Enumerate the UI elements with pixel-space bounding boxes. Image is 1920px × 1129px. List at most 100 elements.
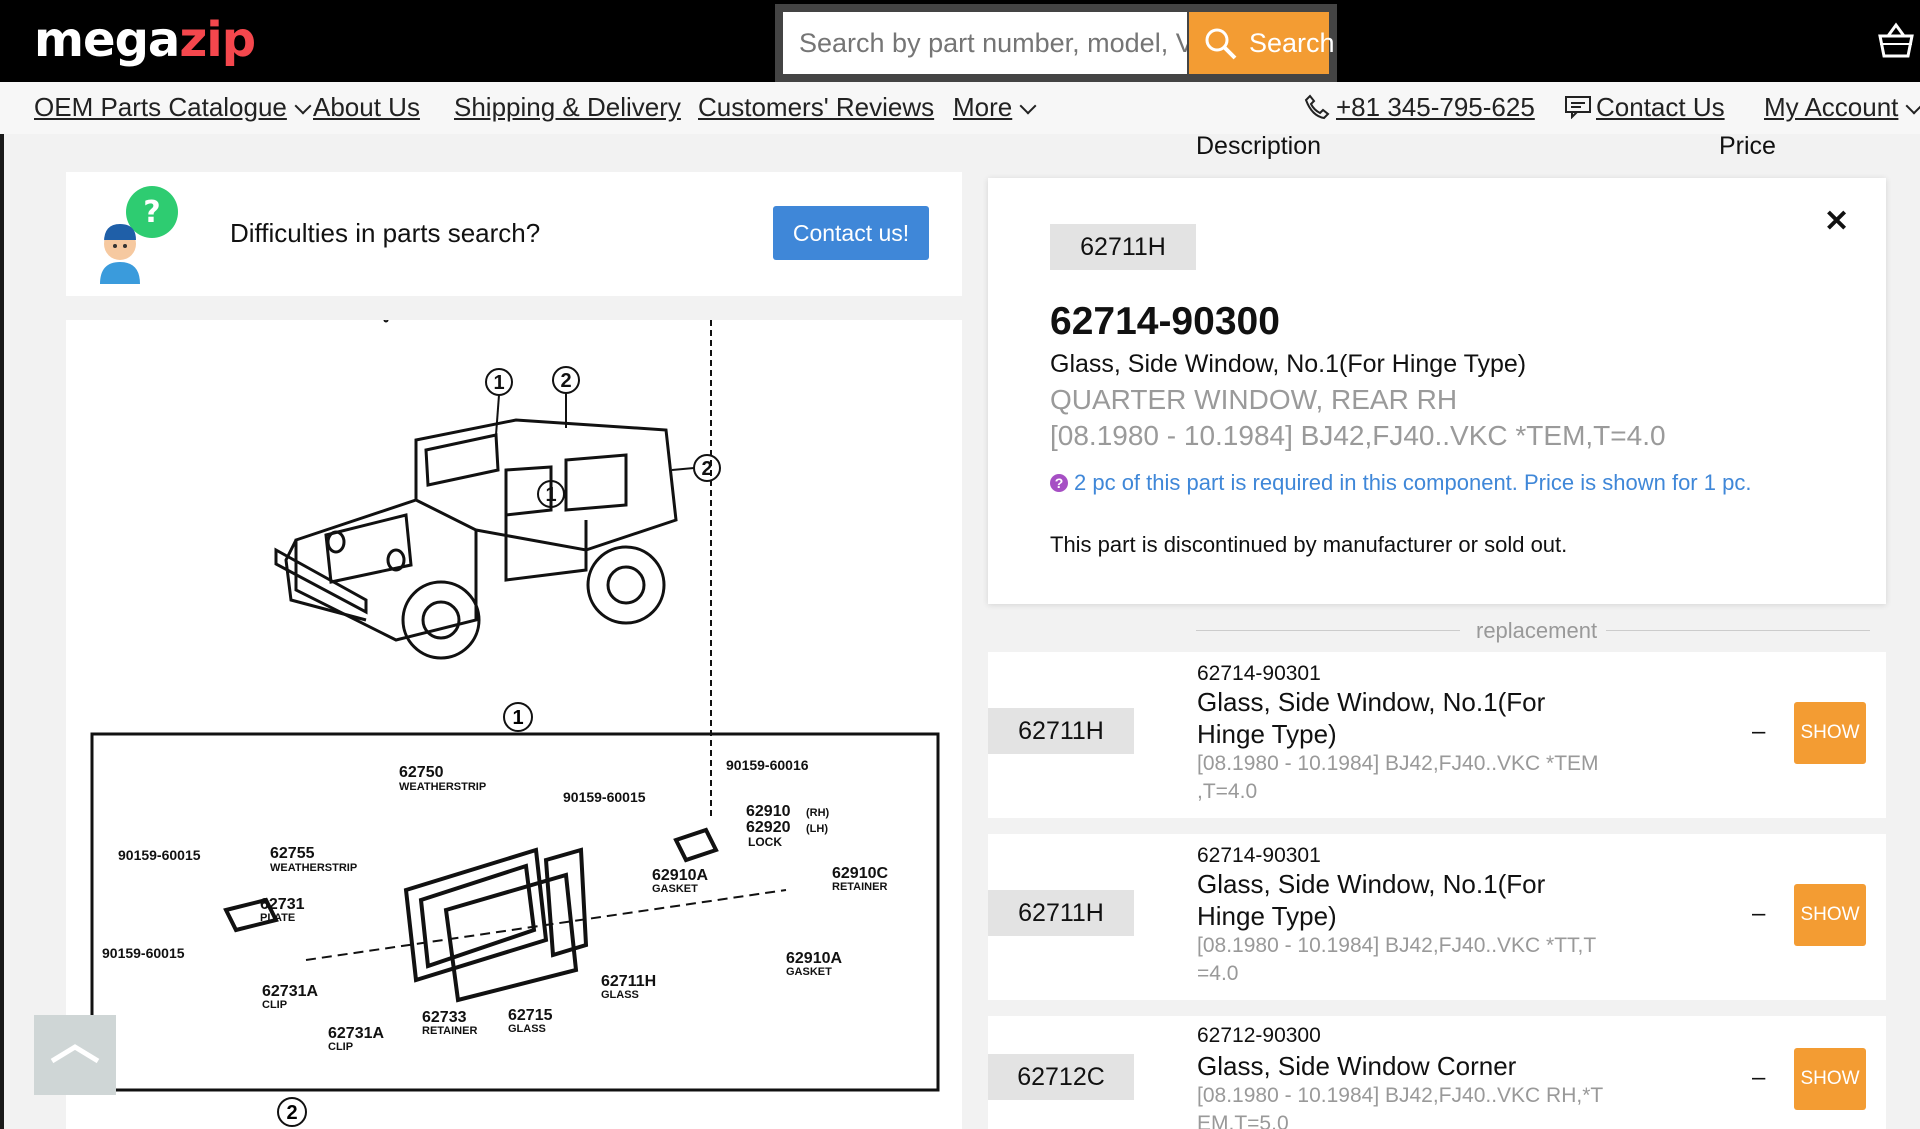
row-applicability: [08.1980 - 10.1984] BJ42,FJ40..VKC RH,*T… [1197,1084,1603,1129]
label-lock: LOCK [748,835,782,849]
chevron-down-icon [1019,97,1037,115]
divider-line-left [1196,630,1460,631]
search-icon [1205,28,1237,60]
left-edge [0,82,4,1129]
search-button-label: Search [1249,28,1335,58]
label-62910c: 62910C [832,865,888,882]
label-gasket-1: GASKET [652,883,698,895]
label-90159-60016: 90159-60016 [726,757,809,773]
popup-note-text: 2 pc of this part is required in this co… [1074,470,1752,495]
help-text: Difficulties in parts search? [230,218,541,248]
label-62910a: 62910A [652,867,708,884]
popup-applicability: [08.1980 - 10.1984] BJ42,FJ40..VKC *TEM,… [1050,420,1666,451]
column-header-price: Price [1719,132,1776,160]
popup-ref-tag: 62711H [1050,224,1196,270]
account-label: My Account [1764,92,1899,122]
nav-bar: OEM Parts Catalogue About Us Shipping & … [0,82,1920,134]
contact-label: Contact Us [1596,92,1725,122]
nav-contact-us[interactable]: Contact Us [1564,92,1725,123]
row-price: – [1752,1064,1766,1091]
search-bar: Search [775,4,1337,82]
label-62733: 62733 [422,1009,467,1026]
svg-text:?: ? [143,195,160,230]
label-retainer-1: RETAINER [832,881,887,893]
label-62711h: 62711H [601,973,656,990]
replacement-label: replacement [1476,618,1598,643]
help-banner: ? Difficulties in parts search? Contact … [66,172,962,296]
nav-oem-label: OEM Parts Catalogue [34,92,287,122]
support-avatar-icon: ? [100,186,178,284]
parts-row: 62711H 62714-90301 Glass, Side Window, N… [988,834,1886,1000]
label-62731a: 62731A [262,983,318,1000]
replacement-divider: replacement [1196,618,1870,643]
vehicle-illustration [274,320,678,660]
nav-more[interactable]: More [953,92,1037,123]
basket-icon[interactable] [1876,22,1916,65]
row-part-number[interactable]: 62714-90301 [1197,662,1321,686]
show-button[interactable]: SHOW [1794,1048,1866,1110]
label-90159-60015-c: 90159-60015 [102,945,185,961]
chevron-down-icon [1905,97,1920,115]
callout-1-door: 1 [545,484,556,506]
show-button[interactable]: SHOW [1794,702,1866,764]
chevron-up-icon [50,1044,100,1064]
phone-icon [1304,94,1330,120]
part-detail-popup: 62711H ✕ 62714-90300 Glass, Side Window,… [988,178,1886,604]
label-plate: PLATE [260,912,295,924]
top-bar: megazip Search [0,0,1920,82]
row-price: – [1752,718,1766,745]
nav-about-us[interactable]: About Us [313,92,420,123]
nav-customers-reviews[interactable]: Customers' Reviews [698,92,934,123]
search-input[interactable] [783,12,1187,74]
chat-icon [1565,96,1591,120]
scroll-to-top-button[interactable] [34,1015,116,1095]
logo-zip-text: zip [179,12,256,68]
question-icon: ? [1050,474,1068,492]
row-part-number[interactable]: 62712-90300 [1197,1024,1321,1048]
label-gasket-2: GASKET [786,966,832,978]
row-part-name[interactable]: Glass, Side Window, No.1(For Hinge Type) [1197,868,1597,932]
contact-us-button[interactable]: Contact us! [773,206,929,260]
phone-number: +81 345-795-625 [1336,92,1535,122]
label-62910a-2: 62910A [786,950,842,967]
popup-quantity-note: ? 2 pc of this part is required in this c… [1050,470,1751,496]
label-62715: 62715 [508,1007,553,1024]
label-clip-2: CLIP [328,1041,353,1053]
row-part-name[interactable]: Glass, Side Window Corner [1197,1050,1597,1082]
divider-line-right [1606,630,1870,631]
close-icon[interactable]: ✕ [1824,204,1849,239]
nav-phone[interactable]: +81 345-795-625 [1304,92,1535,123]
row-part-number[interactable]: 62714-90301 [1197,844,1321,868]
label-62910: 62910 [746,803,791,820]
row-ref-tag: 62711H [988,708,1134,754]
column-header-description: Description [1196,132,1322,160]
parts-row: 62712C 62712-90300 Glass, Side Window Co… [988,1016,1886,1129]
search-button[interactable]: Search [1189,12,1335,74]
callout-1-detail: 1 [512,707,523,729]
popup-discontinued-text: This part is discontinued by manufacture… [1050,532,1568,557]
row-applicability: [08.1980 - 10.1984] BJ42,FJ40..VKC *TEM … [1197,752,1599,803]
nav-shipping-delivery[interactable]: Shipping & Delivery [454,92,681,123]
label-glass-1: GLASS [601,989,639,1001]
row-ref-tag: 62712C [988,1054,1134,1100]
chevron-down-icon [294,97,312,115]
parts-diagram: 1 2 2 1 1 62750 WEATHERSTRIP 90159-60016… [66,320,962,1129]
callout-2-top: 2 [560,370,571,392]
nav-oem-parts-catalogue[interactable]: OEM Parts Catalogue [34,92,312,123]
label-clip-1: CLIP [262,999,287,1011]
label-62731a-2: 62731A [328,1025,384,1042]
popup-description: Glass, Side Window, No.1(For Hinge Type) [1050,350,1527,378]
nav-more-label: More [953,92,1013,122]
logo-mega-text: mega [34,12,180,68]
label-90159-60015-b: 90159-60015 [118,847,201,863]
label-retainer-2: RETAINER [422,1025,477,1037]
callout-1-top: 1 [493,372,504,394]
megazip-logo[interactable]: megazip [34,12,256,68]
nav-my-account[interactable]: My Account [1764,92,1920,123]
show-button[interactable]: SHOW [1794,884,1866,946]
label-weatherstrip-1: WEATHERSTRIP [399,781,486,793]
row-part-name[interactable]: Glass, Side Window, No.1(For Hinge Type) [1197,686,1597,750]
label-62755: 62755 [270,845,315,862]
label-weatherstrip-2: WEATHERSTRIP [270,862,357,874]
parts-row: 62711H 62714-90301 Glass, Side Window, N… [988,652,1886,818]
